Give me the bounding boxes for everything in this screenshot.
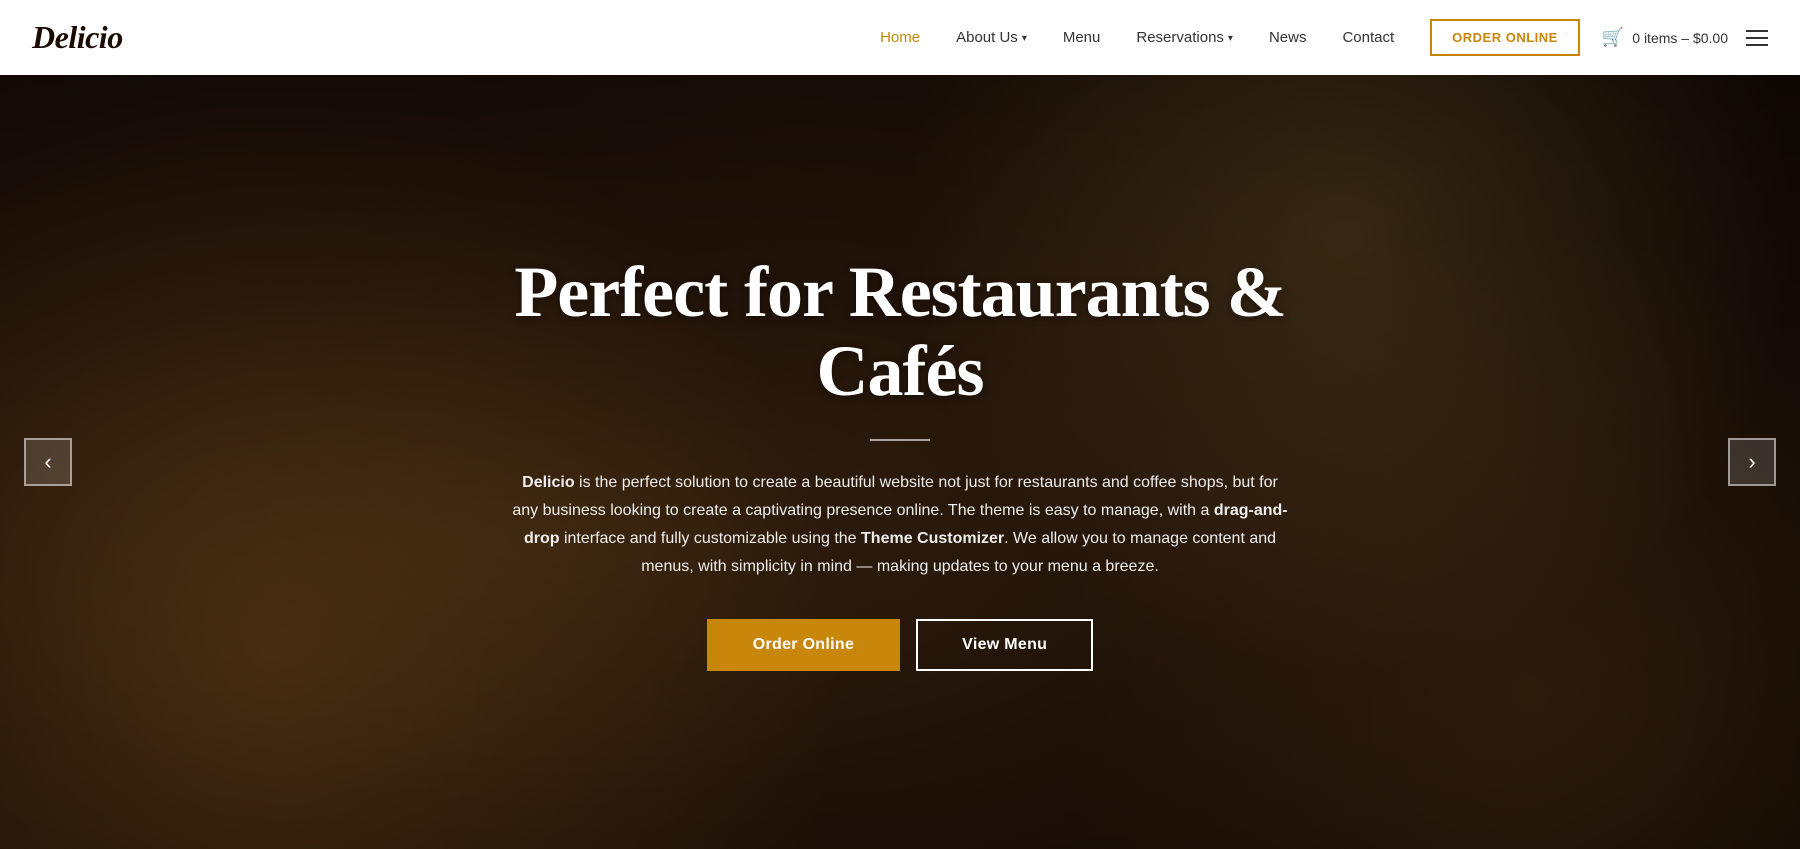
nav-item-contact[interactable]: Contact	[1324, 0, 1412, 75]
cart-label: 0 items – $0.00	[1632, 30, 1728, 46]
cart-area[interactable]: 🛒 0 items – $0.00	[1602, 27, 1728, 48]
hero-description: Delicio is the perfect solution to creat…	[510, 469, 1290, 581]
hero-section: ‹ Perfect for Restaurants & Cafés Delici…	[0, 75, 1800, 849]
hero-order-button[interactable]: Order Online	[707, 619, 900, 671]
hero-desc-part1: is the perfect solution to create a beau…	[512, 474, 1277, 519]
chevron-down-icon: ▾	[1022, 33, 1027, 44]
hero-buttons: Order Online View Menu	[450, 619, 1350, 671]
site-header: Delicio Home About Us ▾ Menu Reservation…	[0, 0, 1800, 75]
hamburger-line	[1746, 30, 1768, 32]
nav-item-menu[interactable]: Menu	[1045, 0, 1119, 75]
hero-brand-name: Delicio	[522, 474, 574, 491]
nav-item-home[interactable]: Home	[862, 0, 938, 75]
hero-divider	[870, 439, 930, 441]
order-online-button[interactable]: ORDER ONLINE	[1430, 19, 1580, 56]
hero-theme-customizer: Theme Customizer	[861, 530, 1004, 547]
hero-next-arrow[interactable]: ›	[1728, 438, 1776, 486]
main-nav: Home About Us ▾ Menu Reservations ▾ News…	[862, 0, 1412, 75]
nav-item-news[interactable]: News	[1251, 0, 1325, 75]
cart-icon: 🛒	[1602, 27, 1624, 48]
nav-item-reservations[interactable]: Reservations ▾	[1118, 0, 1251, 75]
hero-title: Perfect for Restaurants & Cafés	[450, 253, 1350, 411]
hamburger-menu[interactable]	[1746, 30, 1768, 46]
hero-content: Perfect for Restaurants & Cafés Delicio …	[410, 253, 1390, 671]
hero-menu-button[interactable]: View Menu	[916, 619, 1093, 671]
hamburger-line	[1746, 44, 1768, 46]
chevron-down-icon: ▾	[1228, 33, 1233, 44]
hero-desc-part2: interface and fully customizable using t…	[560, 530, 862, 547]
site-logo[interactable]: Delicio	[32, 19, 123, 56]
hero-prev-arrow[interactable]: ‹	[24, 438, 72, 486]
nav-item-about[interactable]: About Us ▾	[938, 0, 1045, 75]
hamburger-line	[1746, 37, 1768, 39]
